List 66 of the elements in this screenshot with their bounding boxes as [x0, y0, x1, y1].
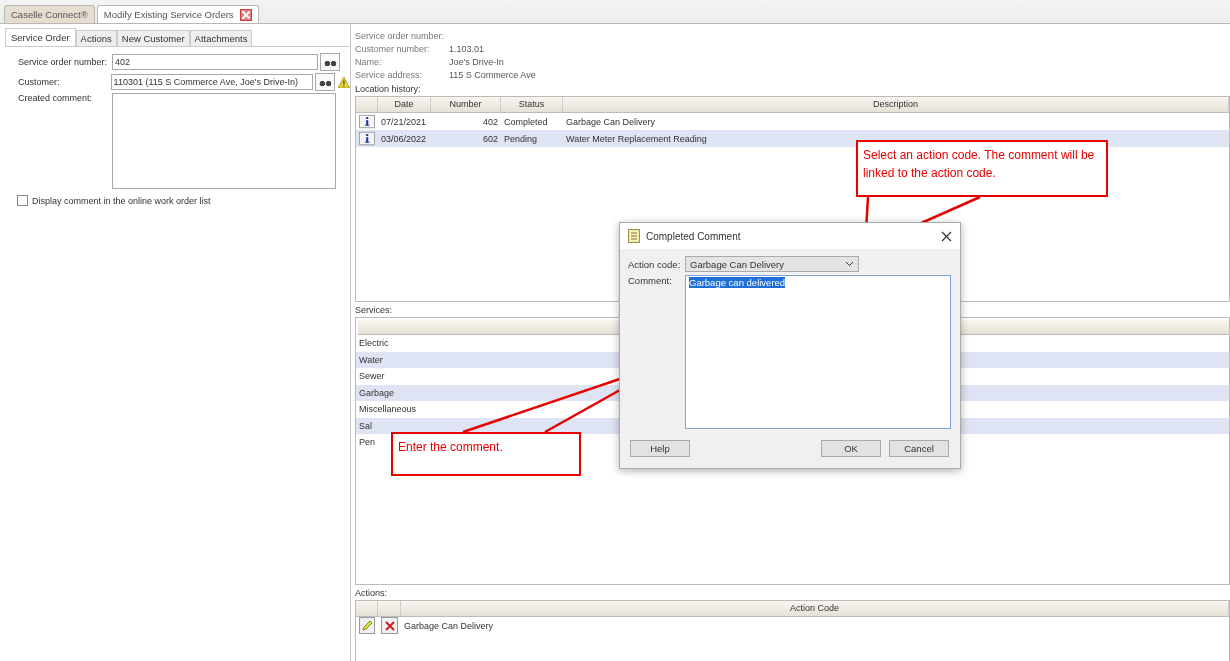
list-item[interactable]: Miscellaneous [359, 404, 417, 414]
table-cell-text: 602 [481, 133, 499, 144]
form-tab[interactable]: Service Order [5, 28, 76, 46]
detail-value: 115 S Commerce Ave [449, 70, 537, 81]
document-tab[interactable]: Modify Existing Service Orders [96, 5, 259, 23]
comment-field[interactable]: Garbage can delivered [685, 275, 951, 429]
checkbox[interactable] [17, 195, 28, 206]
table-cell-text: 07/21/2021 [380, 116, 428, 127]
form-tab[interactable]: Attachments [189, 30, 253, 46]
list-item[interactable]: Sal [359, 420, 372, 431]
comment-text: Garbage can delivered [689, 277, 786, 288]
list-item[interactable]: Sewer [359, 371, 385, 381]
table-cell-text: Pending [503, 133, 539, 144]
history-row[interactable]: 07/21/2021 402 Completed Garbage Can Delivery [356, 113, 1229, 130]
field-label: Service order number: [18, 57, 109, 67]
list-item[interactable]: Pen [359, 437, 375, 447]
tab-label: Caselle Connect® [11, 9, 88, 20]
detail-label: Name: [355, 57, 383, 68]
info-icon[interactable] [359, 131, 375, 146]
pencil-icon[interactable] [359, 617, 375, 634]
note-icon [628, 229, 640, 243]
delete-icon[interactable] [381, 617, 398, 634]
detail-label: Service order number: [355, 31, 446, 42]
detail-label: Customer number: [355, 44, 431, 55]
comment-field[interactable] [112, 93, 336, 189]
dialog-button[interactable]: Help [630, 440, 690, 457]
detail-label: Service address: [355, 70, 424, 81]
dialog-button[interactable]: Cancel [889, 440, 949, 457]
list-item[interactable]: Garbage [359, 387, 395, 398]
customer-field[interactable]: 110301 (115 S Commerce Ave, Joe's Drive-In) [110, 74, 314, 90]
document-tab[interactable]: Caselle Connect® [4, 5, 95, 23]
table-cell-text: 03/06/2022 [380, 133, 428, 144]
callout-tooltip: Select an action code. The comment will be linked to the action code. [856, 140, 1108, 197]
checkbox-label: Display comment in the online work order list [32, 195, 211, 206]
dialog-button[interactable]: OK [821, 440, 881, 457]
list-item[interactable]: Electric [359, 338, 389, 348]
column-header[interactable]: Number [431, 97, 501, 112]
column-header[interactable]: Description [563, 97, 1229, 112]
field-label: Comment: [628, 275, 673, 286]
section-label: Actions: [355, 588, 388, 598]
field-label: Customer: [18, 77, 61, 87]
table-cell-text: Garbage Can Delivery [403, 620, 495, 631]
dialog-title: Completed Comment [646, 230, 741, 242]
table-cell-text: Water Meter Replacement Reading [565, 133, 708, 144]
column-header[interactable]: Date [378, 97, 431, 112]
table-cell-text: Completed [503, 116, 549, 127]
detail-value: 1.103.01 [449, 44, 486, 55]
caret-icon[interactable] [845, 261, 854, 267]
callout-tooltip: Enter the comment. [391, 432, 581, 476]
tab-label: Modify Existing Service Orders [103, 9, 234, 20]
table-cell-text: 402 [481, 116, 499, 127]
column-header[interactable]: Status [501, 97, 563, 112]
field-label: Created comment: [18, 93, 94, 103]
detail-value: Joe's Drive-In [449, 57, 505, 68]
action-code-dropdown[interactable]: Garbage Can Delivery [685, 256, 859, 272]
section-label: Services: [355, 305, 393, 315]
list-item[interactable]: Water [359, 354, 383, 365]
table-cell-text: Garbage Can Delivery [565, 116, 657, 127]
service-order-field[interactable]: 402 [112, 54, 318, 70]
section-label: Location history: [355, 84, 422, 94]
binoculars-icon[interactable] [320, 53, 340, 71]
form-tab[interactable]: New Customer [116, 30, 190, 46]
form-tab[interactable]: Actions [75, 30, 117, 46]
info-icon[interactable] [359, 114, 375, 129]
field-label: Action code: [628, 258, 682, 270]
binoculars-icon[interactable] [315, 73, 336, 91]
